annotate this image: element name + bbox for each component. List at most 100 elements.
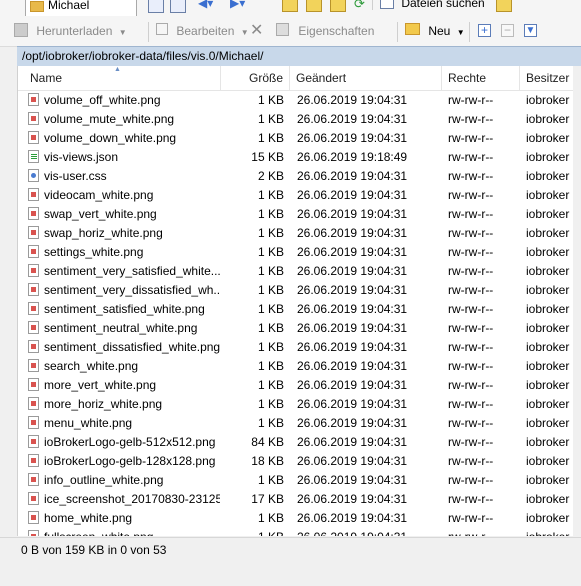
png-file-icon bbox=[28, 188, 39, 201]
vertical-scrollbar[interactable] bbox=[573, 66, 581, 536]
file-rights: rw-rw-r-- bbox=[448, 359, 494, 373]
file-size: 17 KB bbox=[251, 492, 284, 506]
file-size: 15 KB bbox=[251, 150, 284, 164]
file-size: 1 KB bbox=[257, 302, 284, 316]
table-row[interactable]: menu_white.png 1 KB 26.06.2019 19:04:31 rw-… bbox=[18, 414, 581, 433]
file-size: 1 KB bbox=[257, 359, 284, 373]
file-size: 1 KB bbox=[220, 528, 284, 536]
status-text: 0 B von 159 KB in 0 von 53 bbox=[21, 543, 167, 557]
table-row[interactable]: sentiment_satisfied_white.png 1 KB 26.06.2… bbox=[18, 300, 581, 319]
forward-arrow-icon[interactable]: ▶▾ bbox=[230, 0, 245, 10]
table-row[interactable]: ioBrokerLogo-gelb-512x512.png 84 KB 26.06.… bbox=[18, 433, 581, 452]
location-value: Michael bbox=[48, 0, 90, 12]
table-row[interactable]: settings_white.png 1 KB 26.06.2019 19:04:3… bbox=[18, 243, 581, 262]
file-name: sentiment_very_satisfied_white.... bbox=[44, 264, 220, 278]
properties-label: Eigenschaften bbox=[298, 24, 375, 38]
file-rights: rw-rw-r-- bbox=[448, 321, 494, 335]
root-folder-icon[interactable] bbox=[306, 0, 322, 12]
search-files-icon bbox=[380, 0, 394, 9]
table-row[interactable]: ice_screenshot_20170830-23125... 17 KB 26.… bbox=[18, 490, 581, 509]
column-header-size[interactable]: Größe bbox=[221, 66, 290, 90]
location-combo[interactable]: Michael bbox=[25, 0, 137, 16]
current-path: /opt/iobroker/iobroker-data/files/vis.0/… bbox=[22, 49, 264, 63]
table-row[interactable]: volume_down_white.png 1 KB 26.06.2019 19:0… bbox=[18, 129, 581, 148]
column-header-rights[interactable]: Rechte bbox=[442, 66, 520, 90]
parent-folder-icon[interactable] bbox=[282, 0, 298, 12]
file-rights: rw-rw-r-- bbox=[448, 435, 494, 449]
table-row[interactable]: sentiment_very_satisfied_white.... 1 KB 26… bbox=[18, 262, 581, 281]
column-header-name[interactable]: ▲ Name bbox=[18, 66, 221, 90]
minus-icon[interactable]: − bbox=[501, 24, 514, 37]
png-file-icon bbox=[28, 302, 39, 315]
filter-settings-icon[interactable] bbox=[170, 0, 186, 13]
file-modified: 26.06.2019 19:04:31 bbox=[297, 340, 408, 354]
table-row[interactable]: info_outline_white.png 1 KB 26.06.2019 19:… bbox=[18, 471, 581, 490]
download-button[interactable]: Herunterladen ▼ bbox=[14, 23, 127, 39]
new-folder-icon bbox=[405, 23, 420, 35]
png-file-icon bbox=[28, 321, 39, 334]
table-row[interactable]: volume_mute_white.png 1 KB 26.06.2019 19:0… bbox=[18, 110, 581, 129]
table-row[interactable]: videocam_white.png 1 KB 26.06.2019 19:04:3… bbox=[18, 186, 581, 205]
table-row[interactable]: vis-user.css 2 KB 26.06.2019 19:04:31 rw-rw… bbox=[18, 167, 581, 186]
table-row[interactable]: more_horiz_white.png 1 KB 26.06.2019 19:04… bbox=[18, 395, 581, 414]
table-row[interactable]: more_vert_white.png 1 KB 26.06.2019 19:04:… bbox=[18, 376, 581, 395]
table-row[interactable]: volume_off_white.png 1 KB 26.06.2019 19:04… bbox=[18, 91, 581, 110]
table-row[interactable]: swap_horiz_white.png 1 KB 26.06.2019 19:04… bbox=[18, 224, 581, 243]
home-folder-icon[interactable] bbox=[330, 0, 346, 12]
file-name: sentiment_neutral_white.png bbox=[44, 321, 198, 335]
file-modified: 26.06.2019 19:04:31 bbox=[297, 511, 408, 525]
table-row[interactable]: home_white.png 1 KB 26.06.2019 19:04:31 rw-… bbox=[18, 509, 581, 528]
table-row[interactable]: ioBrokerLogo-gelb-128x128.png 18 KB 26.06.… bbox=[18, 452, 581, 471]
toolbar-separator bbox=[469, 22, 470, 42]
chevron-down-icon: ▼ bbox=[240, 28, 249, 37]
properties-button[interactable]: Eigenschaften bbox=[276, 23, 374, 39]
file-size: 18 KB bbox=[251, 454, 284, 468]
table-row[interactable]: sentiment_neutral_white.png 1 KB 26.06.201… bbox=[18, 319, 581, 338]
file-name: sentiment_dissatisfied_white.png bbox=[44, 340, 220, 354]
file-modified: 26.06.2019 19:04:31 bbox=[297, 435, 408, 449]
table-row[interactable]: search_white.png 1 KB 26.06.2019 19:04:31 r… bbox=[18, 357, 581, 376]
file-modified: 26.06.2019 19:04:31 bbox=[297, 397, 408, 411]
file-modified: 26.06.2019 19:04:31 bbox=[297, 93, 408, 107]
table-row[interactable]: swap_vert_white.png 1 KB 26.06.2019 19:04:… bbox=[18, 205, 581, 224]
file-rights: rw-rw-r-- bbox=[448, 93, 494, 107]
file-rights: rw-rw-r-- bbox=[448, 416, 494, 430]
sync-folder-icon[interactable] bbox=[496, 0, 512, 12]
refresh-icon[interactable]: ⟳ bbox=[354, 0, 365, 12]
column-header-modified[interactable]: Geändert bbox=[290, 66, 442, 90]
png-file-icon bbox=[28, 359, 39, 372]
download-icon bbox=[14, 23, 28, 37]
table-row[interactable]: vis-views.json 15 KB 26.06.2019 19:18:49 rw… bbox=[18, 148, 581, 167]
search-files-button[interactable]: Dateien suchen bbox=[380, 0, 485, 10]
file-name: swap_horiz_white.png bbox=[44, 226, 163, 240]
table-row[interactable]: sentiment_dissatisfied_white.png 1 KB 26.0… bbox=[18, 338, 581, 357]
path-bar[interactable]: /opt/iobroker/iobroker-data/files/vis.0/… bbox=[17, 46, 581, 67]
table-row[interactable]: fullscreen_white.png1 KB 26.06.2019 19:04… bbox=[18, 528, 581, 536]
file-rights: rw-rw-r-- bbox=[448, 264, 494, 278]
toolbar-separator bbox=[397, 22, 398, 42]
column-header-owner[interactable]: Besitzer bbox=[520, 66, 581, 90]
file-rights: rw-rw-r-- bbox=[448, 511, 494, 525]
file-size: 1 KB bbox=[257, 112, 284, 126]
edit-button[interactable]: Bearbeiten ▼ bbox=[156, 23, 249, 39]
file-modified: 26.06.2019 19:04:31 bbox=[297, 416, 408, 430]
file-rights: rw-rw-r-- bbox=[448, 188, 494, 202]
file-size: 1 KB bbox=[257, 511, 284, 525]
filter-icon[interactable] bbox=[148, 0, 164, 13]
filter-icon[interactable]: ▼ bbox=[524, 24, 537, 37]
file-name: ice_screenshot_20170830-23125... bbox=[44, 492, 220, 506]
back-arrow-icon[interactable]: ◀▾ bbox=[198, 0, 213, 10]
delete-icon[interactable]: ✕ bbox=[250, 23, 263, 39]
chevron-down-icon: ▼ bbox=[118, 28, 127, 37]
table-row[interactable]: sentiment_very_dissatisfied_wh... 1 KB 26.… bbox=[18, 281, 581, 300]
new-button[interactable]: Neu ▼ bbox=[405, 23, 465, 39]
file-modified: 26.06.2019 19:04:31 bbox=[297, 321, 408, 335]
plus-icon[interactable]: + bbox=[478, 24, 491, 37]
sort-indicator-icon: ▲ bbox=[114, 66, 121, 73]
column-header-row: ▲ Name Größe Geändert Rechte Besitzer bbox=[18, 66, 581, 91]
file-modified: 26.06.2019 19:04:31 bbox=[297, 264, 408, 278]
file-size: 1 KB bbox=[257, 226, 284, 240]
toolbar-separator bbox=[148, 22, 149, 42]
file-name: menu_white.png bbox=[44, 416, 133, 430]
file-size: 1 KB bbox=[257, 245, 284, 259]
